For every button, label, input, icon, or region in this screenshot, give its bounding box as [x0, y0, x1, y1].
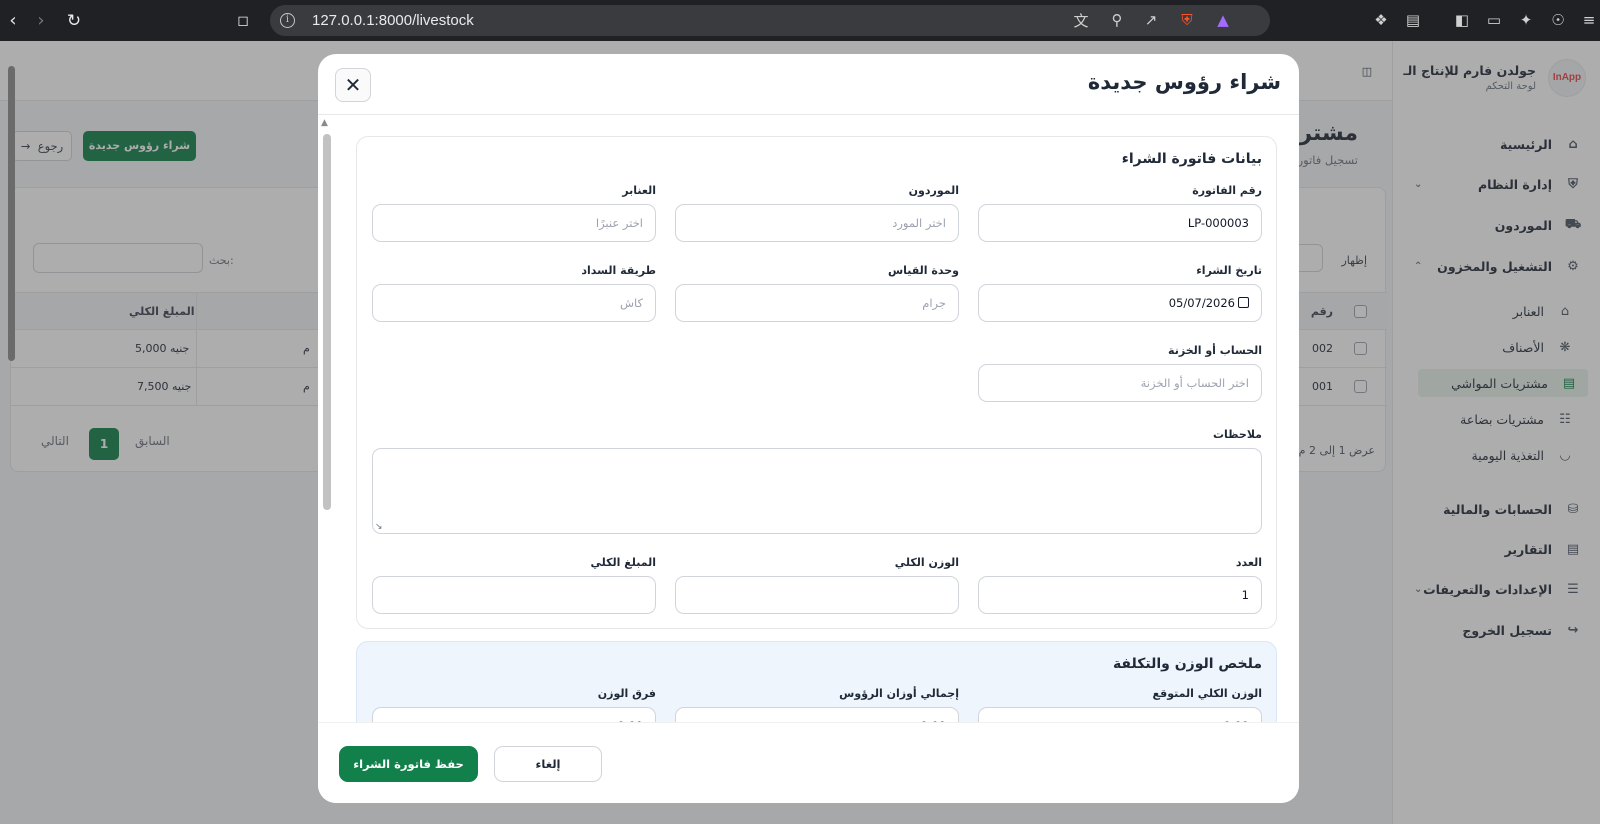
scrollbar-thumb[interactable]	[323, 134, 331, 510]
site-info-icon[interactable]: i	[280, 13, 295, 28]
payment-method-label: طريقة السداد	[581, 264, 656, 277]
close-icon[interactable]: ✕	[335, 68, 371, 102]
cancel-button[interactable]: إلغاء	[494, 746, 602, 782]
unit-field[interactable]: جرام	[675, 284, 959, 322]
count-label: العدد	[1235, 556, 1262, 569]
payment-method-field[interactable]: كاش	[372, 284, 656, 322]
expected-weight-label: الوزن الكلي المتوقع	[1152, 687, 1262, 700]
account-select[interactable]: اختر الحساب أو الخزنة	[978, 364, 1262, 402]
summary-section-title: ملخص الوزن والتكلفة	[1112, 656, 1262, 672]
page-scrollbar[interactable]	[8, 66, 15, 361]
url-text: 127.0.0.1:8000/livestock	[312, 12, 474, 29]
total-amount-label: المبلغ الكلي	[590, 556, 656, 569]
purchase-modal: شراء رؤوس جديدة ✕ ▲ ▼ بيانات فاتورة الشر…	[318, 54, 1299, 803]
invoice-section: بيانات فاتورة الشراء رقم الفاتورة LP-000…	[356, 136, 1277, 629]
save-invoice-button[interactable]: حفظ فاتورة الشراء	[339, 746, 478, 782]
reader-icon[interactable]: ▤	[1402, 9, 1424, 31]
bookmark-icon[interactable]: ◻	[232, 0, 254, 41]
modal-body: ▲ ▼ بيانات فاتورة الشراء رقم الفاتورة LP…	[318, 116, 1299, 784]
heads-weight-label: إجمالي أوزان الرؤوس	[839, 687, 959, 700]
brave-shield-icon[interactable]: ⛨	[1176, 9, 1198, 31]
unit-label: وحدة القياس	[887, 264, 959, 277]
calendar-icon[interactable]	[1238, 297, 1249, 308]
leo-ai-icon[interactable]: ✦	[1515, 9, 1537, 31]
modal-header: شراء رؤوس جديدة ✕	[318, 54, 1299, 115]
invoice-number-field[interactable]: LP-000003	[978, 204, 1262, 242]
browser-toolbar: ‹ › ↻ ◻ i 127.0.0.1:8000/livestock 文 ⚲ ↗…	[0, 0, 1600, 41]
modal-scrollbar[interactable]: ▲ ▼	[320, 116, 332, 784]
wallet-icon[interactable]: ▭	[1483, 9, 1505, 31]
notes-label: ملاحظات	[1213, 428, 1262, 441]
invoice-number-label: رقم الفاتورة	[1192, 184, 1262, 197]
weight-diff-label: فرق الوزن	[597, 687, 656, 700]
total-amount-field[interactable]	[372, 576, 656, 614]
share-icon[interactable]: ↗	[1140, 9, 1162, 31]
supplier-label: الموردون	[908, 184, 959, 197]
reload-icon[interactable]: ↻	[62, 0, 86, 41]
invoice-section-title: بيانات فاتورة الشراء	[1121, 151, 1262, 167]
total-weight-label: الوزن الكلي	[894, 556, 959, 569]
count-field[interactable]: 1	[978, 576, 1262, 614]
extensions-icon[interactable]: ❖	[1370, 9, 1392, 31]
supplier-select[interactable]: اختر المورد	[675, 204, 959, 242]
zoom-icon[interactable]: ⚲	[1106, 9, 1128, 31]
forward-nav-icon[interactable]: ›	[30, 0, 52, 41]
notes-textarea[interactable]: ↘	[372, 448, 1262, 534]
barn-label: العنابر	[622, 184, 656, 197]
barn-select[interactable]: اختر عنبرًا	[372, 204, 656, 242]
translate-icon[interactable]: 文	[1070, 9, 1092, 31]
back-nav-icon[interactable]: ‹	[2, 0, 24, 41]
sidebar-toggle-icon[interactable]: ◧	[1451, 9, 1473, 31]
account-label: الحساب أو الخزنة	[1168, 344, 1262, 357]
date-value: 05/07/2026	[1168, 296, 1235, 310]
modal-title: شراء رؤوس جديدة	[1087, 70, 1281, 94]
resize-handle-icon[interactable]: ↘	[375, 522, 383, 532]
menu-icon[interactable]: ≡	[1578, 9, 1600, 31]
address-bar[interactable]: i 127.0.0.1:8000/livestock 文 ⚲ ↗ ⛨ ▲	[270, 5, 1270, 36]
purchase-date-label: تاريخ الشراء	[1196, 264, 1262, 277]
brave-rewards-icon[interactable]: ▲	[1212, 9, 1234, 31]
scroll-up-icon[interactable]: ▲	[321, 118, 328, 128]
total-weight-field[interactable]	[675, 576, 959, 614]
vpn-icon[interactable]: ☉	[1547, 9, 1569, 31]
purchase-date-field[interactable]: 05/07/2026	[978, 284, 1262, 322]
